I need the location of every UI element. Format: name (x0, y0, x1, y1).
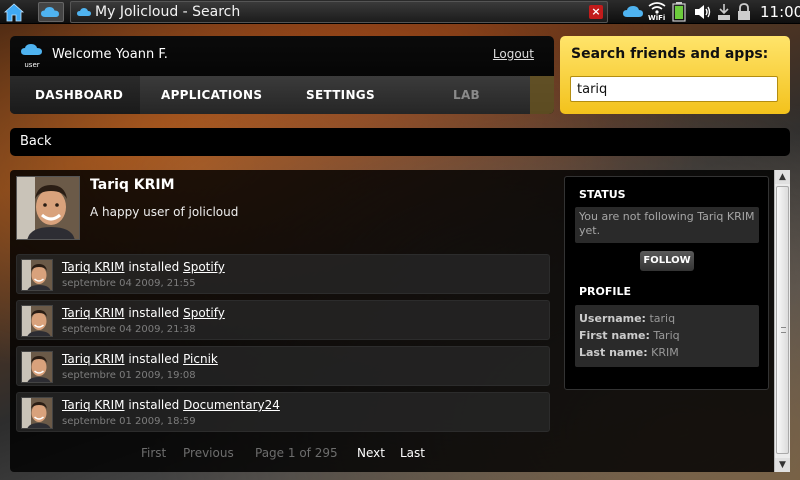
profile-heading: PROFILE (579, 285, 632, 298)
activity-user-link[interactable]: Tariq KRIM (62, 306, 125, 320)
activity-user-link[interactable]: Tariq KRIM (62, 352, 125, 366)
activity-user-link[interactable]: Tariq KRIM (62, 260, 125, 274)
tab-applications[interactable]: APPLICATIONS (161, 76, 291, 114)
search-panel: Search friends and apps: (560, 36, 790, 114)
activity-date: septembre 01 2009, 18:59 (62, 416, 196, 427)
pager-first: First (141, 446, 167, 460)
activity-verb: installed (128, 398, 180, 412)
search-label: Search friends and apps: (571, 46, 769, 62)
grip-icon (781, 327, 786, 333)
back-button[interactable]: Back (20, 134, 52, 149)
wifi-icon[interactable] (648, 2, 666, 14)
welcome-text: Welcome Yoann F. (52, 47, 168, 62)
activity-app-link[interactable]: Documentary24 (183, 398, 280, 412)
main-header: user Welcome Yoann F. Logout DASHBOARD A… (10, 36, 554, 114)
tab-lab: LAB (453, 88, 480, 102)
volume-icon[interactable] (694, 4, 712, 20)
activity-item: Tariq KRIM installed Spotify septembre 0… (16, 300, 550, 340)
scroll-down-icon[interactable]: ▼ (775, 458, 790, 472)
profile-field-first-name: First name: Tariq (579, 329, 680, 342)
network-icon[interactable] (716, 3, 732, 21)
scrollbar[interactable]: ▲ ▼ (774, 170, 790, 472)
activity-app-link[interactable]: Picnik (183, 352, 218, 366)
profile-field-username: Username: tariq (579, 312, 676, 325)
profile-fields: Username: tariq First name: Tariq Last n… (575, 305, 759, 367)
activity-verb: installed (128, 260, 180, 274)
svg-text:user: user (24, 61, 39, 69)
pager-next[interactable]: Next (357, 446, 385, 460)
activity-app-link[interactable]: Spotify (183, 260, 225, 274)
tab-settings[interactable]: SETTINGS (306, 76, 406, 114)
logout-link[interactable]: Logout (493, 47, 534, 61)
activity-item: Tariq KRIM installed Spotify septembre 0… (16, 254, 550, 294)
activity-date: septembre 04 2009, 21:38 (62, 324, 196, 335)
nav-bar: DASHBOARD APPLICATIONS SETTINGS LAB (10, 76, 554, 114)
cloud-launcher-button[interactable] (38, 2, 64, 22)
nav-bar-edge (530, 76, 554, 114)
battery-icon[interactable] (672, 2, 686, 22)
activity-item: Tariq KRIM installed Picnik septembre 01… (16, 346, 550, 386)
activity-date: septembre 04 2009, 21:55 (62, 278, 196, 289)
profile-sidebar: STATUS You are not following Tariq KRIM … (564, 176, 769, 390)
profile-content: Tariq KRIM A happy user of jolicloud Tar… (10, 170, 790, 472)
cloud-icon (77, 8, 91, 16)
back-bar: Back (10, 128, 790, 156)
profile-avatar (16, 176, 80, 240)
wifi-label: WiFi (648, 14, 666, 22)
tab-dashboard[interactable]: DASHBOARD (10, 76, 140, 114)
window-tab[interactable]: My Jolicloud - Search × (70, 1, 608, 23)
pager-info: Page 1 of 295 (255, 446, 338, 460)
activity-avatar (21, 259, 53, 291)
follow-button[interactable]: FOLLOW (640, 251, 694, 271)
close-icon[interactable]: × (589, 5, 603, 19)
window-title: My Jolicloud - Search (95, 4, 241, 20)
top-panel: My Jolicloud - Search × WiFi 11:00 (0, 0, 800, 24)
clock[interactable]: 11:00 (760, 3, 800, 21)
activity-user-link[interactable]: Tariq KRIM (62, 398, 125, 412)
search-input[interactable] (570, 76, 778, 102)
activity-avatar (21, 397, 53, 429)
activity-date: septembre 01 2009, 19:08 (62, 370, 196, 381)
activity-avatar (21, 305, 53, 337)
activity-avatar (21, 351, 53, 383)
activity-item: Tariq KRIM installed Documentary24 septe… (16, 392, 550, 432)
pager-last[interactable]: Last (400, 446, 425, 460)
profile-field-last-name: Last name: KRIM (579, 346, 679, 359)
cloud-icon[interactable] (622, 4, 644, 18)
activity-app-link[interactable]: Spotify (183, 306, 225, 320)
status-text: You are not following Tariq KRIM yet. (575, 207, 759, 243)
system-tray: WiFi 11:00 (620, 0, 800, 24)
activity-verb: installed (128, 306, 180, 320)
welcome-row: user Welcome Yoann F. Logout (10, 36, 554, 74)
profile-tagline: A happy user of jolicloud (90, 205, 239, 219)
scroll-up-icon[interactable]: ▲ (775, 170, 790, 184)
cloud-icon (41, 7, 59, 17)
home-icon[interactable] (2, 1, 26, 23)
user-icon: user (20, 43, 44, 69)
scrollbar-thumb[interactable] (776, 186, 789, 454)
profile-name: Tariq KRIM (90, 177, 175, 193)
activity-verb: installed (128, 352, 180, 366)
status-heading: STATUS (579, 188, 626, 201)
lock-icon[interactable] (736, 3, 752, 21)
pager-previous: Previous (183, 446, 234, 460)
